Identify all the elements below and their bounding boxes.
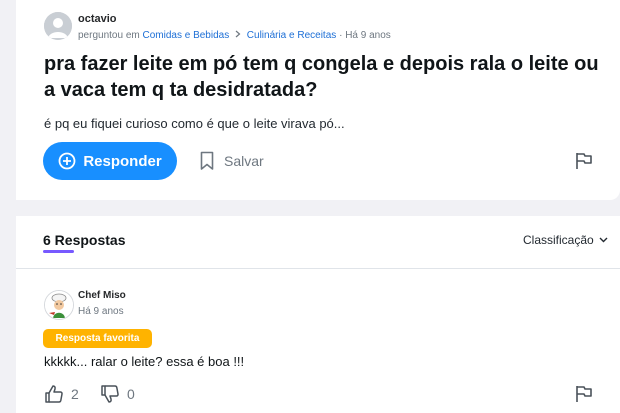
answers-count-underline [43,250,74,253]
save-button[interactable]: Salvar [200,150,264,172]
sort-dropdown[interactable]: Classificação [523,233,608,247]
answer-text: kkkkk... ralar o leite? essa é boa !!! [44,354,245,369]
flag-icon [576,386,592,402]
category-link[interactable]: Comidas e Bebidas [143,30,230,41]
question-meta: perguntou em Comidas e Bebidas Culinária… [78,30,391,41]
sort-label: Classificação [523,233,594,247]
answer-button[interactable]: Responder [43,142,177,180]
answers-count: 6 Respostas [43,232,126,248]
upvote-count: 2 [71,386,79,402]
flag-icon [576,153,592,169]
report-answer-button[interactable] [574,384,594,404]
chevron-down-icon [599,237,608,243]
downvote-button[interactable]: 0 [100,384,135,404]
answers-divider [16,268,620,269]
question-title: pra fazer leite em pó tem q congela e de… [44,53,599,101]
bookmark-icon [200,151,214,170]
favorite-answer-badge: Resposta favorita [43,329,152,348]
answer-author[interactable]: Chef Miso [78,290,126,301]
answer-time: Há 9 anos [78,306,124,317]
thumbs-down-icon [101,385,119,403]
asked-in-label: perguntou em [78,30,140,41]
plus-circle-icon [58,152,76,170]
question-detail: é pq eu fiquei curioso como é que o leit… [44,116,345,131]
user-avatar-icon[interactable] [44,12,72,40]
answer-button-label: Responder [83,152,162,170]
subcategory-link[interactable]: Culinária e Receitas [247,30,337,41]
question-time: Há 9 anos [345,30,391,41]
thumbs-up-icon [45,385,63,403]
chef-avatar-icon[interactable] [44,290,74,320]
upvote-button[interactable]: 2 [44,384,79,404]
chevron-right-icon [235,30,241,41]
meta-separator: · [339,30,343,41]
save-button-label: Salvar [224,153,264,169]
question-author[interactable]: octavio [78,13,117,25]
downvote-count: 0 [127,386,135,402]
report-question-button[interactable] [574,151,594,171]
